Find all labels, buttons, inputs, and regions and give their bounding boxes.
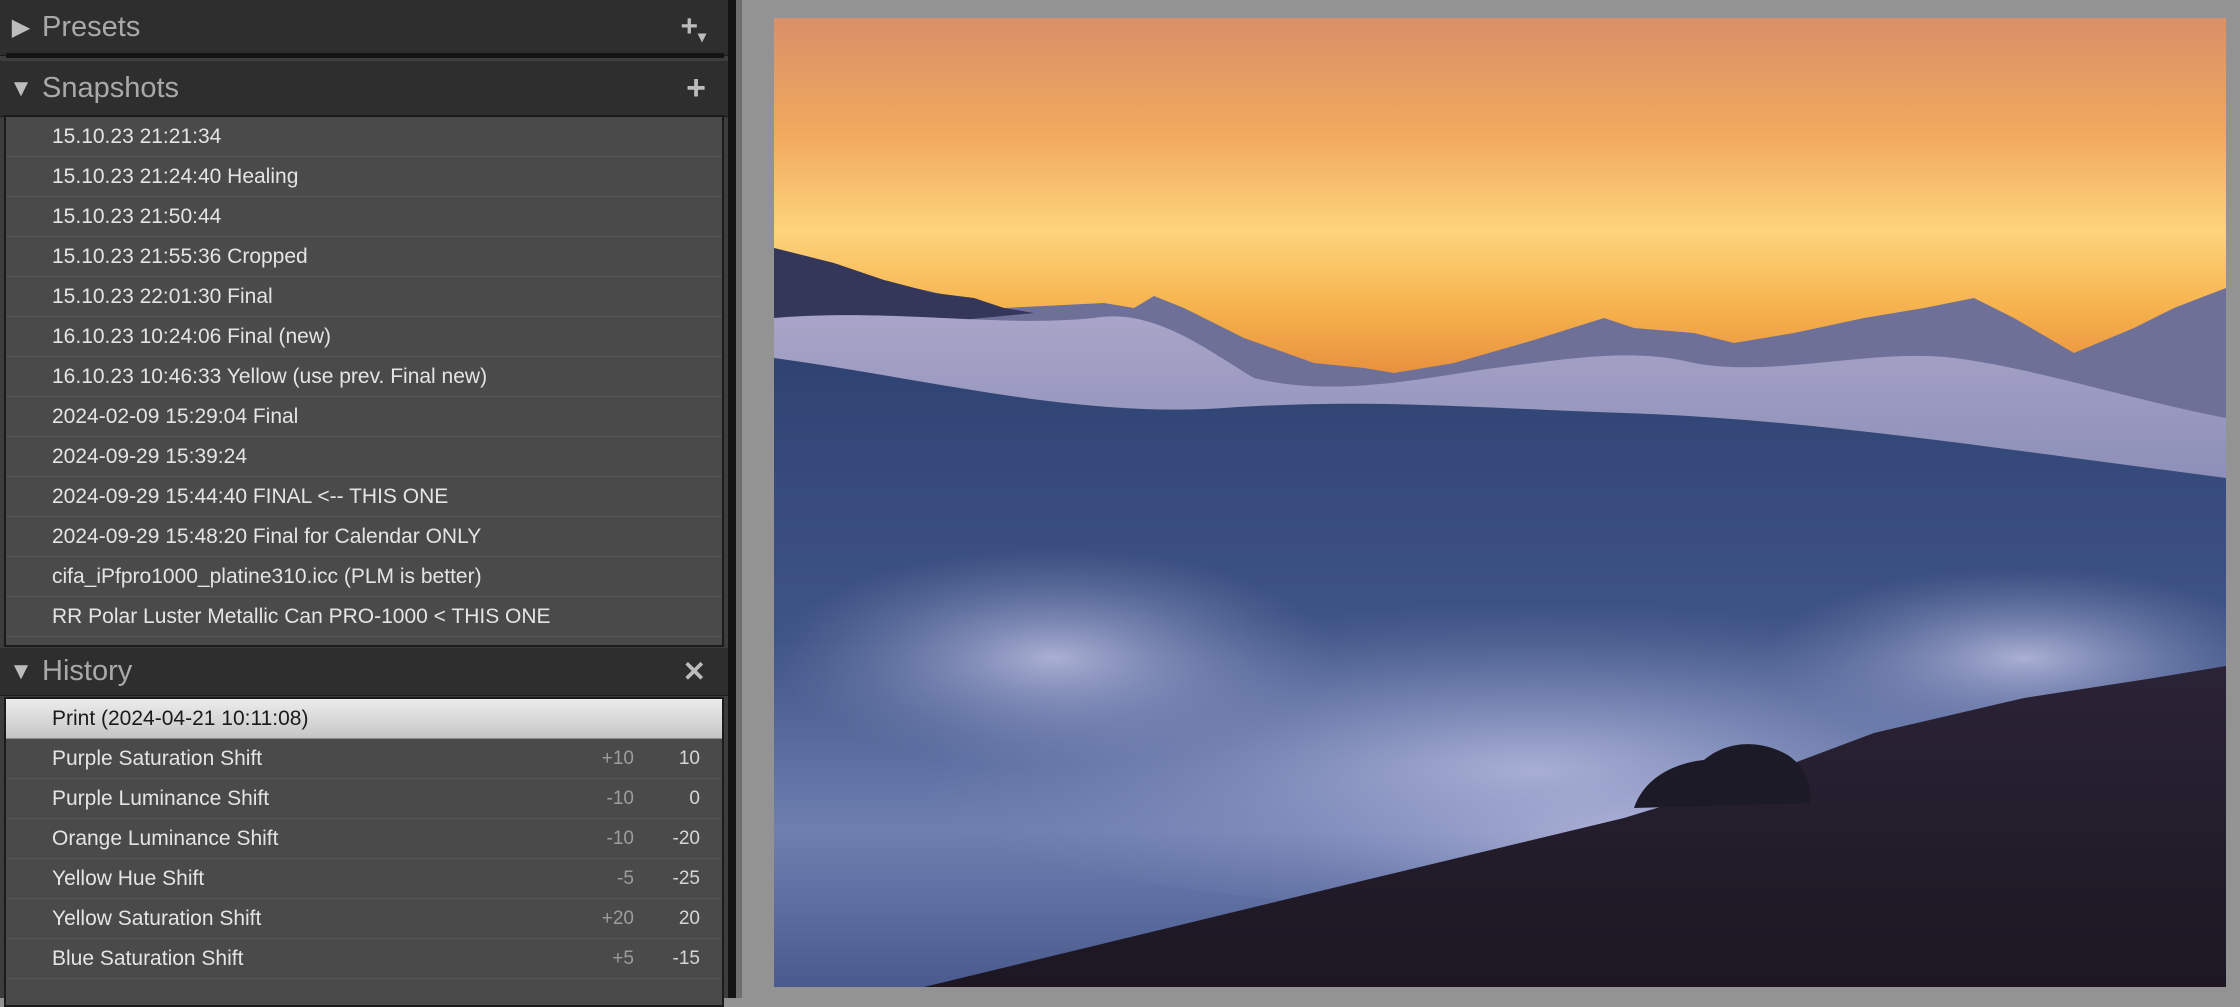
history-value: -15 xyxy=(672,948,700,969)
snapshot-label: 2024-02-09 15:29:04 Final xyxy=(52,405,299,428)
history-label: Blue Saturation Shift xyxy=(52,947,244,970)
snapshot-item[interactable]: RR Polar Luster Metallic Can PRO-1000 < … xyxy=(6,597,722,637)
snapshot-item[interactable]: 2024-09-29 15:39:24 xyxy=(6,437,722,477)
panel-divider xyxy=(6,53,724,58)
history-item[interactable]: Purple Saturation Shift +10 10 xyxy=(6,739,722,779)
snapshots-panel-header[interactable]: ▼ Snapshots + xyxy=(0,61,728,117)
history-delta: +5 xyxy=(612,948,634,969)
snapshot-item[interactable]: 15.10.23 21:24:40 Healing xyxy=(6,157,722,197)
snapshot-item[interactable]: 16.10.23 10:24:06 Final (new) xyxy=(6,317,722,357)
presets-title: Presets xyxy=(42,11,141,43)
history-label: Orange Luminance Shift xyxy=(52,827,279,850)
history-value: 10 xyxy=(678,748,700,769)
snapshot-item[interactable]: 2024-09-29 15:44:40 FINAL <-- THIS ONE xyxy=(6,477,722,517)
history-delta: -10 xyxy=(606,788,634,809)
snapshot-label: 16.10.23 10:24:06 Final (new) xyxy=(52,325,332,348)
history-panel-header[interactable]: ▼ History ✕ xyxy=(0,648,728,696)
panel-border xyxy=(728,0,736,998)
history-item[interactable]: Yellow Hue Shift -5 -25 xyxy=(6,859,722,899)
history-label: Print (2024-04-21 10:11:08) xyxy=(52,707,309,730)
expanded-triangle-icon[interactable]: ▼ xyxy=(0,659,42,684)
clear-history-icon[interactable]: ✕ xyxy=(683,655,706,689)
snapshot-label: 16.10.23 10:46:33 Yellow (use prev. Fina… xyxy=(52,365,488,388)
history-item[interactable]: Purple Luminance Shift -10 0 xyxy=(6,779,722,819)
history-title: History xyxy=(42,655,133,687)
snapshot-label: 15.10.23 21:21:34 xyxy=(52,125,222,148)
snapshot-item[interactable]: 15.10.23 21:55:36 Cropped xyxy=(6,237,722,277)
snapshot-label: 15.10.23 21:55:36 Cropped xyxy=(52,245,308,268)
history-delta: +10 xyxy=(601,748,634,769)
history-value: -20 xyxy=(672,828,700,849)
history-item[interactable]: Blue Saturation Shift +5 -15 xyxy=(6,939,722,979)
history-label: Yellow Hue Shift xyxy=(52,867,205,890)
history-item[interactable]: Yellow Saturation Shift +20 20 xyxy=(6,899,722,939)
snapshot-item[interactable]: 15.10.23 21:21:34 xyxy=(6,117,722,157)
photo-preview[interactable] xyxy=(774,18,2226,987)
history-label: Purple Saturation Shift xyxy=(52,747,263,770)
snapshot-label: 15.10.23 22:01:30 Final xyxy=(52,285,273,308)
landscape-image xyxy=(774,18,2226,987)
snapshot-item[interactable]: 15.10.23 22:01:30 Final xyxy=(6,277,722,317)
snapshot-item[interactable]: 2024-09-29 15:48:20 Final for Calendar O… xyxy=(6,517,722,557)
history-value: 20 xyxy=(678,908,700,929)
history-delta: -10 xyxy=(606,828,634,849)
snapshot-label: 2024-09-29 15:39:24 xyxy=(52,445,247,468)
snapshots-list: 15.10.23 21:21:34 15.10.23 21:24:40 Heali… xyxy=(4,115,724,647)
snapshots-title: Snapshots xyxy=(42,72,180,104)
snapshot-label: RR Polar Luster Metallic Can PRO-1000 < … xyxy=(52,605,551,628)
add-snapshot-icon[interactable]: + xyxy=(686,71,706,105)
snapshot-label: 2024-09-29 15:48:20 Final for Calendar O… xyxy=(52,525,482,548)
history-value: 0 xyxy=(689,788,700,809)
panel-scroll-edge[interactable] xyxy=(736,0,742,998)
history-label: Yellow Saturation Shift xyxy=(52,907,262,930)
history-delta: -5 xyxy=(617,868,634,889)
snapshot-item[interactable]: cifa_iPfpro1000_platine310.icc (PLM is b… xyxy=(6,557,722,597)
add-preset-icon[interactable]: +▾ xyxy=(680,10,706,55)
history-list: Print (2024-04-21 10:11:08) Purple Satura… xyxy=(4,697,724,1007)
snapshot-label: 15.10.23 21:50:44 xyxy=(52,205,222,228)
snapshot-item[interactable]: 2024-02-09 15:29:04 Final xyxy=(6,397,722,437)
history-value: -25 xyxy=(672,868,700,889)
history-item[interactable]: Print (2024-04-21 10:11:08) xyxy=(6,699,722,739)
expanded-triangle-icon[interactable]: ▼ xyxy=(0,76,42,101)
history-label: Purple Luminance Shift xyxy=(52,787,270,810)
snapshot-label: cifa_iPfpro1000_platine310.icc (PLM is b… xyxy=(52,565,482,588)
snapshot-label: 15.10.23 21:24:40 Healing xyxy=(52,165,299,188)
history-item[interactable]: Orange Luminance Shift -10 -20 xyxy=(6,819,722,859)
snapshot-label: 2024-09-29 15:44:40 FINAL <-- THIS ONE xyxy=(52,485,449,508)
snapshot-item[interactable]: 16.10.23 10:46:33 Yellow (use prev. Fina… xyxy=(6,357,722,397)
collapsed-triangle-icon[interactable]: ▶ xyxy=(0,15,42,40)
presets-panel-header[interactable]: ▶ Presets +▾ xyxy=(0,0,728,56)
left-panel: ▶ Presets +▾ ▼ Snapshots + 15.10.23 21:2… xyxy=(0,0,728,1007)
snapshot-item[interactable]: 15.10.23 21:50:44 xyxy=(6,197,722,237)
history-delta: +20 xyxy=(601,908,634,929)
